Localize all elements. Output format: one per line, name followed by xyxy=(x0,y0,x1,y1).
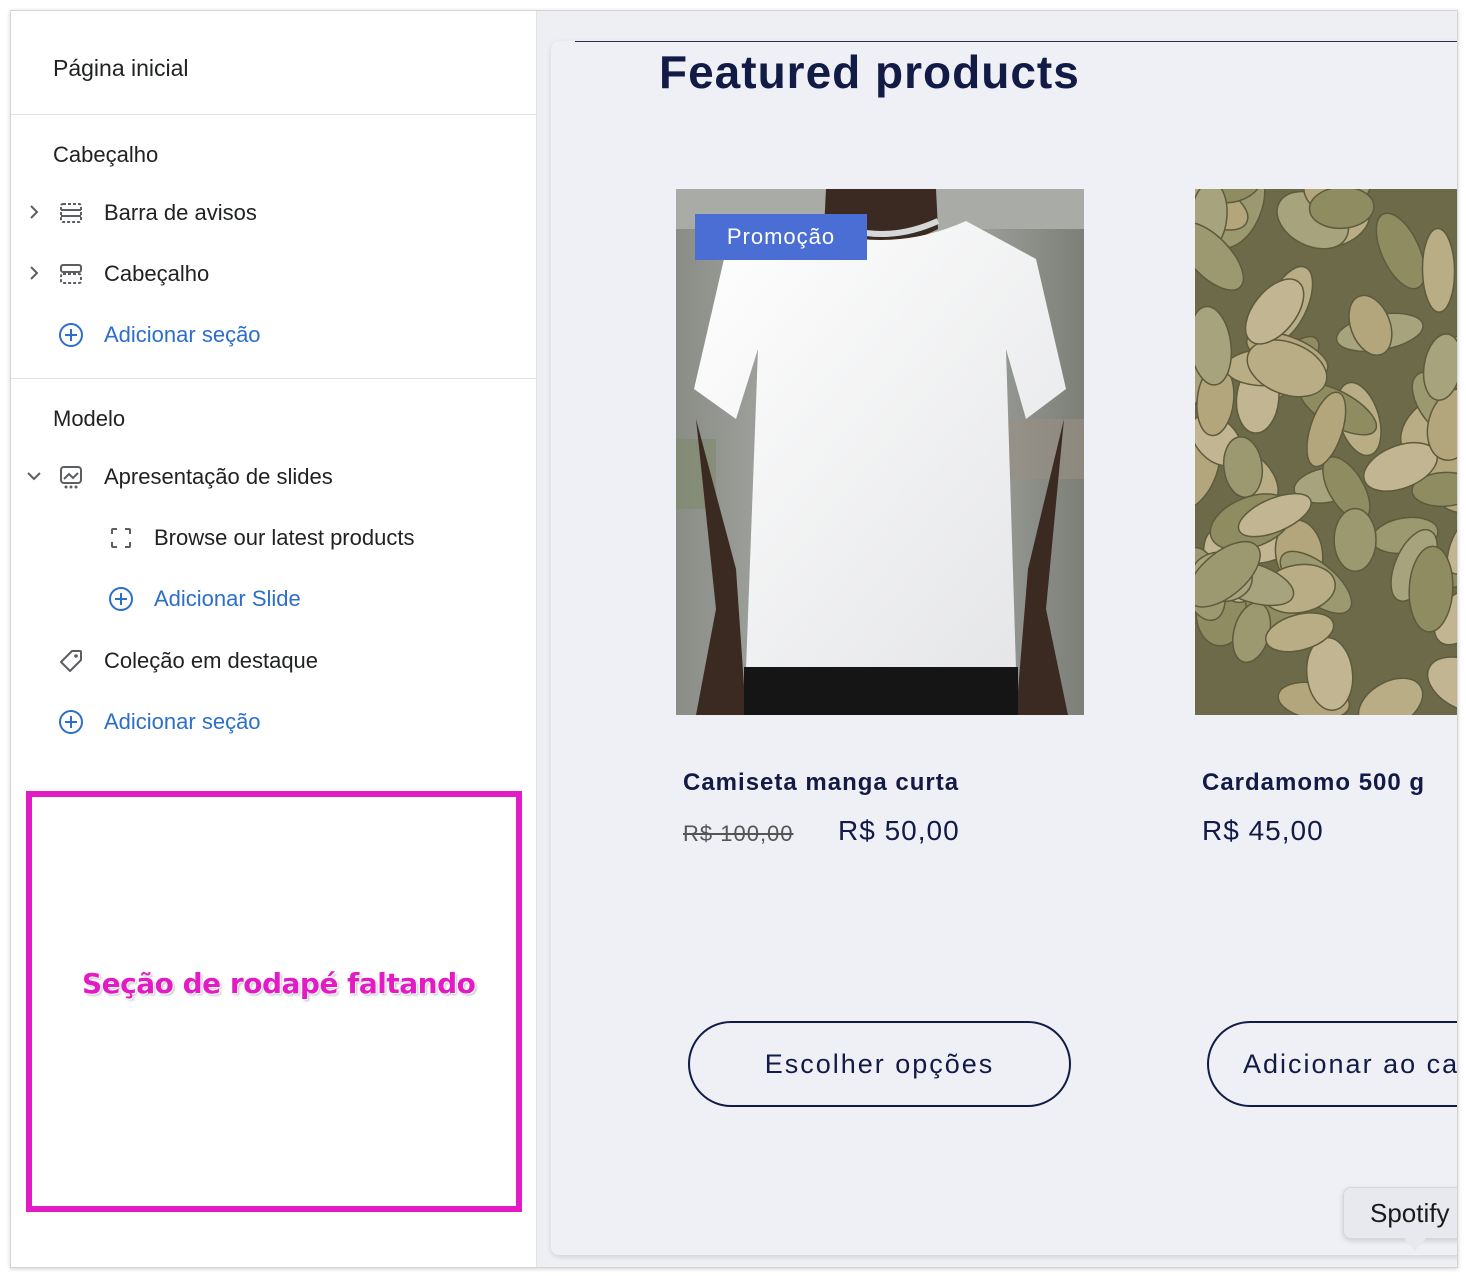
editor-window: Página inicial Cabeçalho Barra de avisos xyxy=(10,10,1458,1268)
tag-icon xyxy=(60,650,82,672)
product-name[interactable]: Cardamomo 500 g xyxy=(1202,769,1425,797)
announcement-bar-icon xyxy=(60,203,82,223)
compare-price: R$ 100,00 xyxy=(683,821,794,846)
add-section-label: Adicionar seção xyxy=(104,709,261,734)
page-title: Página inicial xyxy=(53,55,189,81)
tshirt-photo xyxy=(676,189,1084,715)
sidebar-item-announcement-bar[interactable]: Barra de avisos xyxy=(11,192,536,232)
slideshow-icon xyxy=(60,466,82,489)
cardamom-pod xyxy=(1333,507,1377,572)
cardamom-photo xyxy=(1195,189,1457,715)
header-layout-icon xyxy=(60,264,82,284)
sidebar-item-header[interactable]: Cabeçalho xyxy=(11,253,536,293)
add-section-label: Adicionar seção xyxy=(104,322,261,347)
product-name[interactable]: Camiseta manga curta xyxy=(683,769,959,797)
chevron-down-icon[interactable] xyxy=(25,467,43,485)
add-section-header-button[interactable]: Adicionar seção xyxy=(11,314,536,354)
chevron-right-icon[interactable] xyxy=(25,264,43,282)
add-slide-label: Adicionar Slide xyxy=(154,586,301,611)
sidebar-item-featured-collection[interactable]: Coleção em destaque xyxy=(11,640,536,680)
tooltip-tail xyxy=(1403,1237,1427,1251)
add-section-template-button[interactable]: Adicionar seção xyxy=(11,701,536,741)
missing-footer-note: Seção de rodapé faltando xyxy=(82,967,476,1000)
divider xyxy=(11,114,536,115)
sidebar-item-label: Barra de avisos xyxy=(104,200,257,225)
choose-options-button[interactable]: Escolher opções xyxy=(688,1021,1071,1107)
store-preview: Featured products Promoção Camiseta mang… xyxy=(537,11,1457,1267)
cardamom-pod xyxy=(1421,227,1456,313)
group-label-header: Cabeçalho xyxy=(53,142,159,167)
section-title: Featured products xyxy=(659,46,1080,98)
slide-frame-icon xyxy=(111,528,131,548)
chevron-right-icon[interactable] xyxy=(25,203,43,221)
product-image[interactable] xyxy=(1195,189,1457,715)
sections-sidebar: Página inicial Cabeçalho Barra de avisos xyxy=(11,11,537,1267)
product-price: R$ 50,00 xyxy=(838,815,960,846)
missing-footer-highlight: Seção de rodapé faltando xyxy=(26,791,522,1212)
sidebar-item-slide[interactable]: Browse our latest products xyxy=(11,517,536,557)
divider xyxy=(11,378,536,379)
sidebar-item-slideshow[interactable]: Apresentação de slides xyxy=(11,456,536,496)
group-label-template: Modelo xyxy=(53,406,126,431)
add-slide-button[interactable]: Adicionar Slide xyxy=(11,578,536,618)
sidebar-item-label: Cabeçalho xyxy=(104,261,210,286)
sidebar-item-label: Coleção em destaque xyxy=(104,648,319,673)
divider xyxy=(575,41,1457,42)
add-to-cart-button[interactable]: Adicionar ao ca xyxy=(1207,1021,1457,1107)
product-image[interactable]: Promoção xyxy=(676,189,1084,715)
spotify-tooltip: Spotify xyxy=(1343,1187,1457,1239)
plus-circle-icon xyxy=(59,710,83,734)
sidebar-item-label: Browse our latest products xyxy=(154,525,415,550)
sidebar-item-label: Apresentação de slides xyxy=(104,464,333,489)
sale-badge: Promoção xyxy=(695,214,867,260)
preview-canvas: Featured products Promoção Camiseta mang… xyxy=(551,41,1457,1255)
plus-circle-icon xyxy=(59,323,83,347)
product-price: R$ 45,00 xyxy=(1202,815,1324,846)
plus-circle-icon xyxy=(109,587,133,611)
